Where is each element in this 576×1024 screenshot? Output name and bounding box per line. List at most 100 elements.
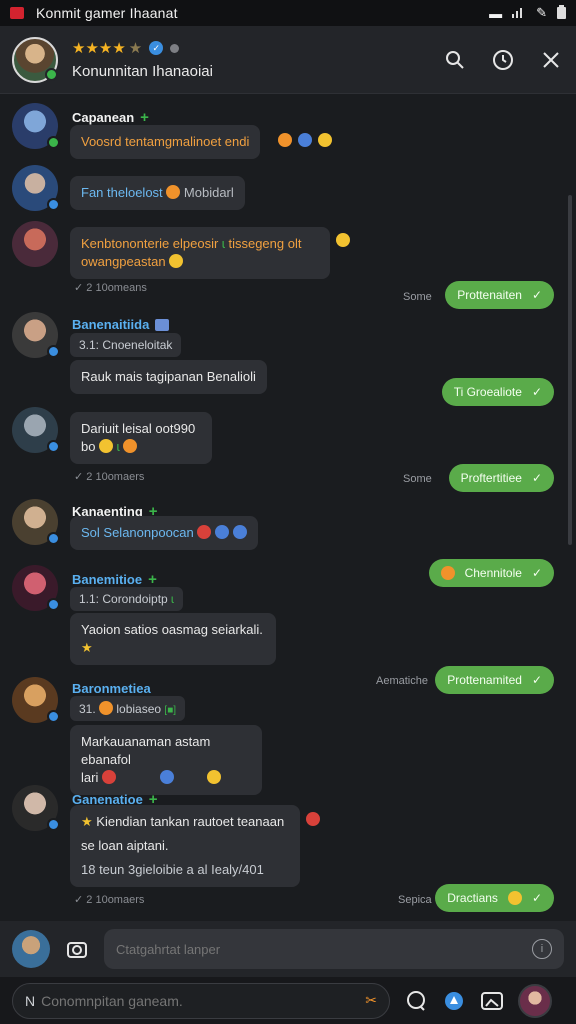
- bottom-input[interactable]: [41, 992, 366, 1009]
- info-icon[interactable]: i: [532, 939, 552, 959]
- message-line: lari: [81, 769, 251, 787]
- outgoing-bubble[interactable]: Prottenamited ✓: [435, 666, 554, 694]
- cursor-icon: N: [25, 992, 36, 1009]
- gallery-button[interactable]: [480, 989, 504, 1013]
- message-bubble[interactable]: Markauanaman astam ebanafol lari: [70, 725, 262, 795]
- my-avatar[interactable]: [12, 930, 50, 968]
- chat-button[interactable]: [404, 989, 428, 1013]
- outgoing-bubble[interactable]: Prottenaiten ✓: [445, 281, 554, 309]
- reaction-emoji-icon[interactable]: [306, 812, 320, 826]
- app-button[interactable]: [442, 989, 466, 1013]
- sender-label: Banemitioe: [72, 572, 143, 587]
- star-emoji-icon: ★: [81, 814, 93, 829]
- camera-button[interactable]: [64, 936, 90, 962]
- message-list[interactable]: Capanean + Voosrd tentamgmalinoet endi Fa…: [0, 95, 576, 921]
- message-bubble[interactable]: Fan theloelost Mobidarl: [70, 176, 245, 210]
- people-emoji-icon: [159, 770, 174, 784]
- sender-avatar[interactable]: [12, 312, 60, 358]
- hands-emoji-icon: [298, 133, 312, 147]
- presence-dot-icon: [170, 43, 180, 53]
- leaf-emoji-icon: ɩ: [221, 236, 225, 251]
- sender-avatar[interactable]: [12, 165, 60, 211]
- sender-name[interactable]: Banemitioe +: [72, 571, 157, 588]
- face-emoji-icon: [507, 891, 522, 905]
- outgoing-text: Chennitole: [464, 566, 522, 580]
- read-receipt-text: 2 10omaers: [86, 894, 145, 906]
- message-bubble[interactable]: ★ Kiendian tankan rautoet teanaan se loa…: [70, 805, 300, 887]
- sender-avatar[interactable]: [12, 565, 60, 611]
- hands-emoji-icon: [232, 525, 247, 539]
- message-bubble[interactable]: Rauk mais tagipanan Benalioli: [70, 360, 267, 394]
- outgoing-bubble[interactable]: Chennitole ✓: [428, 559, 554, 587]
- app-icon: [445, 991, 463, 1010]
- message-bubble[interactable]: Yaoion satios oasmag seiarkali. ★: [70, 613, 276, 665]
- outgoing-text: Proftertitiee: [460, 471, 522, 485]
- reply-text-secondary: lobiaseo: [116, 702, 162, 716]
- close-button[interactable]: [538, 47, 564, 73]
- read-receipt: ✓ 2 10omaers: [74, 894, 145, 906]
- reply-preview[interactable]: 1.1: Corondoiptp ɩ: [70, 587, 183, 611]
- emoji-picker-icon[interactable]: ✂: [365, 992, 377, 1009]
- sender-name[interactable]: Baronmetiea: [72, 681, 151, 696]
- scrollbar[interactable]: [568, 195, 572, 545]
- chat-bubble-icon: [407, 990, 425, 1011]
- sender-avatar[interactable]: [12, 221, 58, 267]
- fire-emoji-icon: [123, 439, 138, 453]
- message-time: Some: [403, 473, 432, 485]
- sender-label: Baronmetiea: [72, 681, 151, 696]
- face-emoji-icon: [440, 566, 455, 580]
- message-text: owangpeastan: [81, 254, 166, 269]
- message-text-secondary: Mobidarl: [183, 185, 234, 200]
- message-input[interactable]: [116, 941, 532, 957]
- status-bar-icons: ▬ ✎: [489, 4, 566, 22]
- reaction-emoji-icon[interactable]: [336, 233, 350, 247]
- badge-icon: [47, 818, 60, 831]
- message-text: Kiendian tankan rautoet teanaan: [96, 814, 285, 829]
- outgoing-bubble[interactable]: Ti Groealiote ✓: [441, 378, 554, 406]
- reply-preview[interactable]: 31. lobiaseo [■]: [70, 696, 186, 721]
- history-icon: [493, 49, 513, 70]
- message-bubble[interactable]: Sol Selanonpoocan: [70, 516, 258, 550]
- message-bubble[interactable]: Kenbtononterie elpeosir ɩ tissegeng olt …: [70, 227, 330, 279]
- badge-icon: [47, 598, 60, 611]
- message-input-box[interactable]: i: [104, 929, 564, 969]
- sender-avatar[interactable]: [12, 407, 60, 453]
- profile-avatar[interactable]: [518, 983, 552, 1018]
- rating: ★★★★ ★ ✓: [72, 39, 442, 57]
- message-text: Rauk mais tagipanan Benalioli: [81, 369, 256, 384]
- message-bubble[interactable]: Voosrd tentamgmalinoet endi: [70, 125, 261, 159]
- sender-avatar[interactable]: [12, 785, 60, 831]
- outgoing-text: Dractians: [447, 891, 498, 905]
- message-line: owangpeastan: [81, 253, 319, 271]
- header-actions: [442, 47, 564, 73]
- message-text: tissegeng olt: [228, 236, 302, 251]
- smile-emoji-icon: [99, 439, 114, 453]
- reply-preview[interactable]: 3.1: Cnoeneloitak: [70, 333, 182, 357]
- outgoing-bubble[interactable]: Proftertitiee ✓: [448, 464, 554, 492]
- reactions[interactable]: [278, 133, 332, 147]
- check-icon: ✓: [531, 891, 542, 905]
- message-line: Kenbtononterie elpeosir ɩ tissegeng olt: [81, 235, 319, 253]
- history-button[interactable]: [490, 47, 516, 73]
- sender-name[interactable]: Banenaitiida: [72, 317, 170, 332]
- contact-avatar[interactable]: [12, 36, 58, 83]
- bottom-input-box[interactable]: N ✂: [12, 982, 390, 1019]
- sender-avatar[interactable]: [12, 677, 60, 723]
- bottom-bar: N ✂: [0, 977, 576, 1024]
- search-button[interactable]: [442, 47, 468, 73]
- sender-avatar[interactable]: [12, 499, 60, 545]
- outgoing-bubble[interactable]: Dractians ✓: [435, 884, 554, 912]
- close-icon: [543, 51, 559, 68]
- check-icon: ✓: [531, 471, 542, 485]
- message-composer: i: [0, 921, 576, 977]
- outgoing-text: Prottenaiten: [457, 288, 522, 302]
- badge-icon: [47, 710, 60, 723]
- message-time: Aematiche: [376, 675, 428, 687]
- sender-avatar[interactable]: [12, 103, 60, 149]
- sender-name[interactable]: Capanean +: [72, 109, 149, 126]
- plant-emoji-icon: ɩ: [116, 439, 120, 454]
- message-text: Kenbtononterie elpeosir: [81, 236, 219, 251]
- badge-icon: [47, 198, 60, 211]
- message-bubble[interactable]: Dariuit leisal oot990 bo ɩ: [70, 412, 212, 464]
- battery-icon: [557, 4, 566, 22]
